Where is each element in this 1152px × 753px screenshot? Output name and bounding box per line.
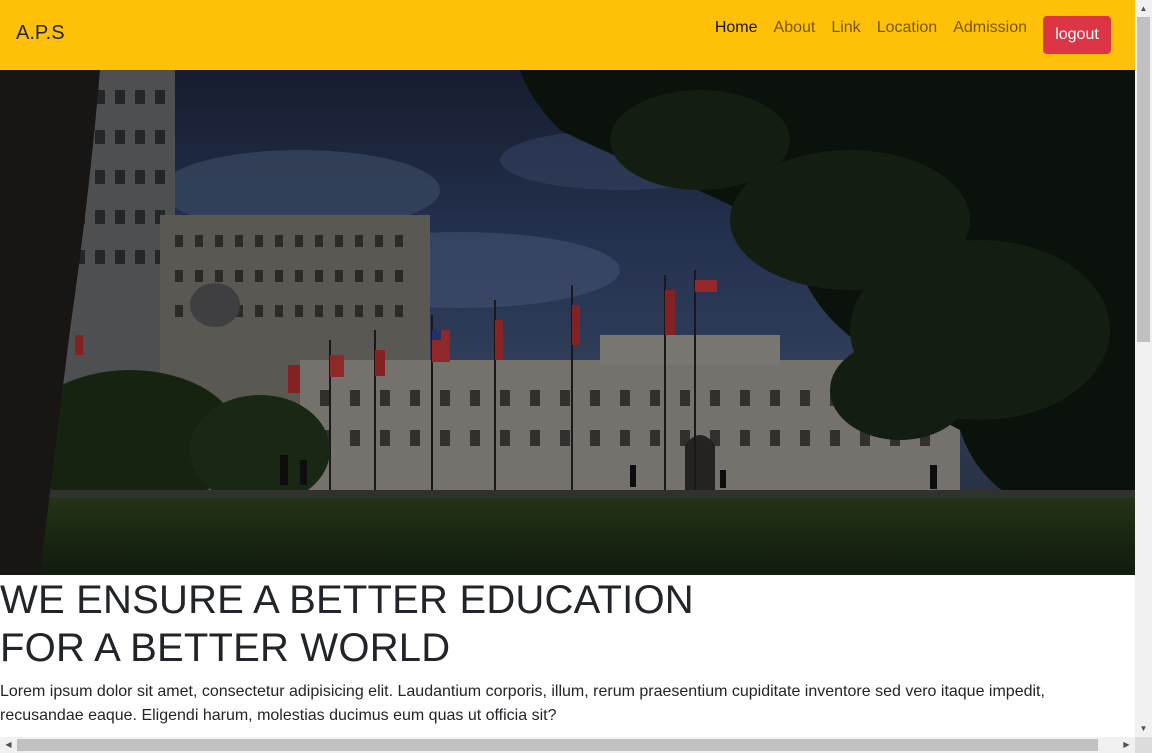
horizontal-scroll-thumb[interactable]: [17, 739, 1098, 751]
headline-line-2: FOR A BETTER WORLD: [0, 626, 451, 670]
nav-link-home[interactable]: Home: [707, 18, 766, 38]
scrollbar-corner: [1135, 737, 1152, 753]
intro-paragraph: Lorem ipsum dolor sit amet, consectetur …: [0, 683, 1045, 724]
navbar: A.P.S Home About Link Location Admission…: [0, 0, 1135, 70]
vertical-scrollbar[interactable]: ▲ ▼: [1135, 0, 1152, 737]
triangle-up-icon[interactable]: ▲: [1135, 0, 1152, 17]
triangle-right-icon[interactable]: ▶: [1118, 737, 1135, 753]
hero-image: [0, 70, 1135, 575]
nav-link-location[interactable]: Location: [869, 18, 946, 38]
nav-link-link[interactable]: Link: [823, 18, 868, 38]
vertical-scroll-thumb[interactable]: [1137, 17, 1150, 342]
headline-line-1: WE ENSURE A BETTER EDUCATION: [0, 578, 694, 622]
nav-link-admission[interactable]: Admission: [945, 18, 1035, 38]
triangle-down-icon[interactable]: ▼: [1135, 720, 1152, 737]
horizontal-scrollbar[interactable]: ◀ ▶: [0, 737, 1135, 753]
nav-link-about[interactable]: About: [766, 18, 824, 38]
logout-button[interactable]: logout: [1043, 16, 1111, 54]
triangle-left-icon[interactable]: ◀: [0, 737, 17, 753]
hero-photo: [0, 70, 1135, 575]
hero-headline: WE ENSURE A BETTER EDUCATION FOR A BETTER…: [0, 576, 694, 672]
page-viewport: A.P.S Home About Link Location Admission…: [0, 0, 1135, 737]
brand-logo[interactable]: A.P.S: [16, 22, 65, 45]
nav-links: Home About Link Location Admission: [707, 18, 1035, 38]
